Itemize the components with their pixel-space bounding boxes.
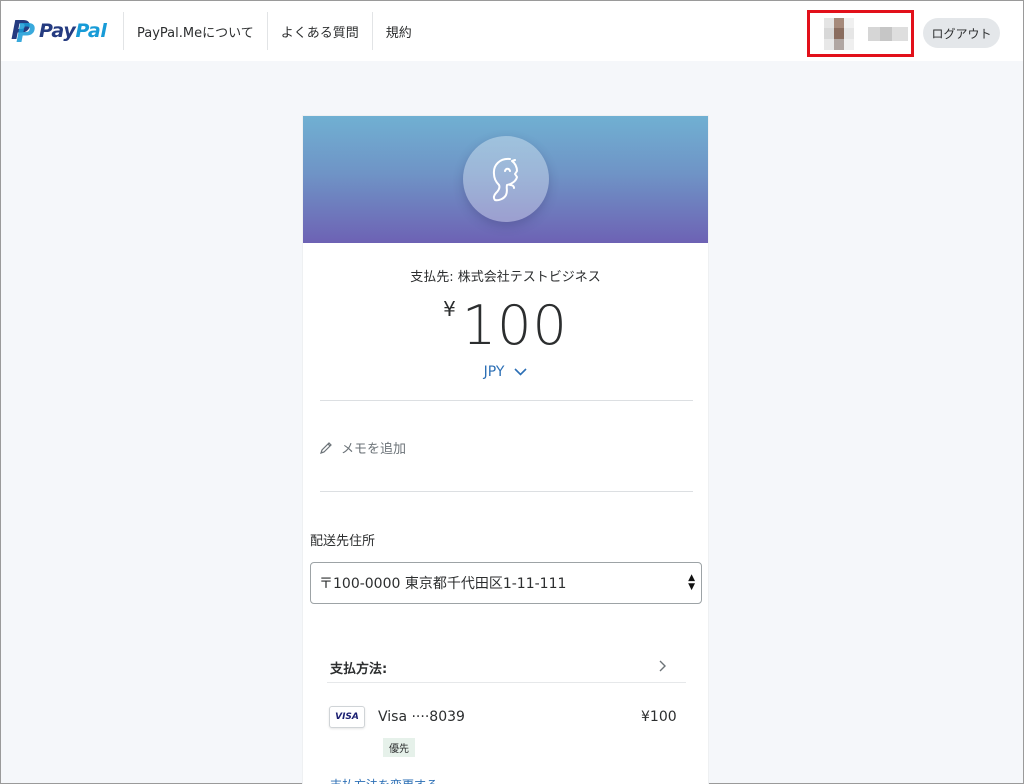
profile-banner — [303, 116, 708, 243]
paypal-wordmark: PayPal — [39, 20, 107, 42]
paypal-p-icon: PP — [11, 16, 36, 49]
currency-code: JPY — [483, 364, 505, 380]
divider — [327, 682, 686, 683]
chevron-down-icon — [514, 368, 527, 376]
visa-card-icon: VISA — [329, 706, 365, 728]
amount-value[interactable]: 100 — [462, 294, 568, 357]
memo-placeholder: メモを追加 — [341, 442, 407, 457]
currency-symbol: ¥ — [443, 297, 456, 321]
change-payment-method-link[interactable]: 支払方法を変更する — [330, 776, 438, 784]
card-amount: ¥100 — [641, 709, 677, 725]
chevron-right-icon[interactable] — [659, 658, 667, 676]
divider — [320, 491, 693, 492]
account-profile[interactable] — [807, 10, 914, 57]
top-nav: PayPal.Meについて よくある質問 規約 — [123, 1, 425, 61]
card-label: Visa ····8039 — [378, 709, 465, 725]
shipping-address-select[interactable]: 〒100-0000 東京都千代田区1-11-111 ▲ ▼ — [310, 562, 702, 604]
currency-selector[interactable]: JPY — [303, 364, 708, 380]
pencil-icon — [320, 441, 332, 454]
nav-faq[interactable]: よくある質問 — [266, 12, 372, 50]
paypal-logo[interactable]: PP PayPal — [1, 1, 123, 61]
nav-terms[interactable]: 規約 — [371, 12, 425, 50]
profile-avatar — [463, 136, 549, 222]
divider — [320, 400, 693, 401]
payee-label: 支払先: 株式会社テストビジネス — [410, 270, 601, 285]
avatar — [824, 17, 854, 50]
selected-address: 〒100-0000 東京都千代田区1-11-111 — [319, 576, 567, 592]
select-arrows-icon: ▲ ▼ — [688, 573, 695, 592]
shipping-address-label: 配送先住所 — [310, 534, 376, 549]
amount-display: ¥100 — [303, 294, 708, 357]
add-memo-field[interactable]: メモを追加 — [319, 438, 406, 457]
account-name-blurred — [868, 26, 908, 41]
logout-button[interactable]: ログアウト — [923, 18, 1000, 48]
head-silhouette-icon — [492, 157, 518, 202]
payment-card: 支払先: 株式会社テストビジネス ¥100 JPY メモを追加 配送先住所 〒1… — [302, 115, 709, 784]
payment-method-heading: 支払方法: — [330, 662, 388, 677]
preferred-badge: 優先 — [383, 738, 415, 757]
nav-about-paypal-me[interactable]: PayPal.Meについて — [123, 12, 267, 50]
